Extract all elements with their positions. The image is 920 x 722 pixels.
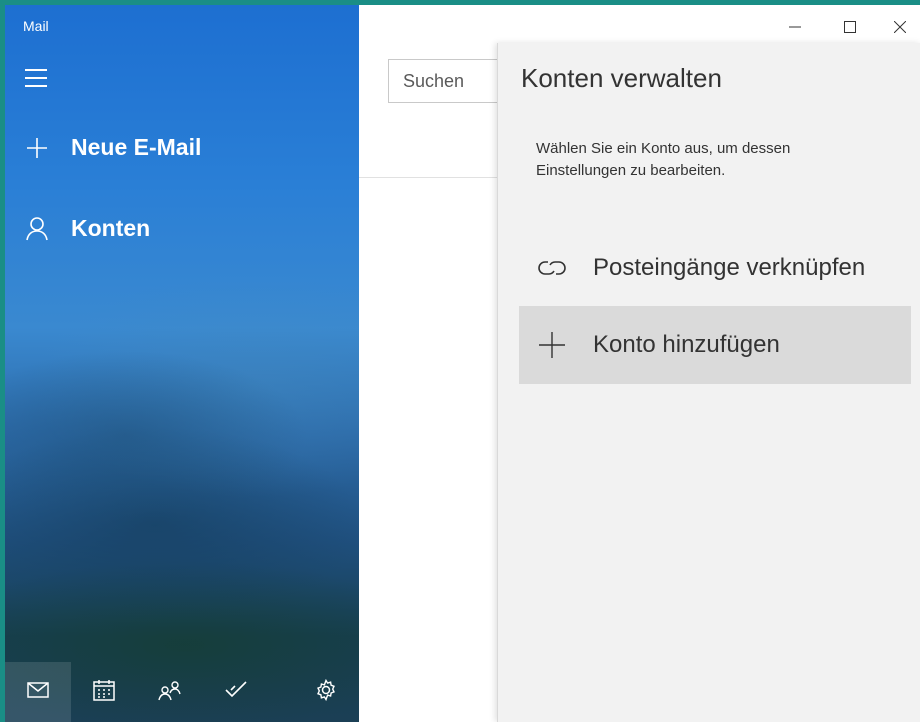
people-switch-button[interactable] <box>137 662 203 722</box>
mail-icon <box>27 682 49 702</box>
bottom-app-bar <box>5 662 359 722</box>
app-title: Mail <box>23 18 49 34</box>
person-icon <box>25 216 49 241</box>
maximize-icon <box>844 18 856 37</box>
calendar-switch-button[interactable] <box>71 662 137 722</box>
accounts-label: Konten <box>71 215 151 241</box>
link-inboxes-button[interactable]: Posteingänge verknüpfen <box>519 229 911 307</box>
todo-icon <box>225 681 247 703</box>
accounts-button[interactable]: Konten <box>25 215 150 242</box>
link-icon <box>535 251 569 285</box>
flyout-description: Wählen Sie ein Konto aus, um dessen Eins… <box>536 140 791 179</box>
hamburger-line <box>25 85 47 87</box>
settings-button[interactable] <box>293 662 359 722</box>
hamburger-line <box>25 77 47 79</box>
plus-icon <box>25 136 49 160</box>
minimize-icon <box>789 18 801 37</box>
new-mail-button[interactable]: Neue E-Mail <box>25 134 201 161</box>
add-account-label: Konto hinzufügen <box>593 331 780 358</box>
add-account-button[interactable]: Konto hinzufügen <box>519 306 911 384</box>
mail-switch-button[interactable] <box>5 662 71 722</box>
mail-window: Mail Neue E-Mail Konten Suchen Konten ve… <box>5 5 920 722</box>
plus-icon <box>535 328 569 362</box>
hamburger-menu-button[interactable] <box>25 69 47 87</box>
close-button[interactable] <box>885 15 915 39</box>
flyout-title: Konten verwalten <box>521 63 722 93</box>
navigation-pane: Mail Neue E-Mail Konten <box>5 5 359 722</box>
settings-icon <box>315 678 337 705</box>
manage-accounts-flyout: Konten verwalten Wählen Sie ein Konto au… <box>497 43 920 722</box>
link-inboxes-label: Posteingänge verknüpfen <box>593 254 866 281</box>
close-icon <box>893 18 907 37</box>
calendar-icon <box>93 679 115 705</box>
new-mail-label: Neue E-Mail <box>71 134 202 160</box>
list-header-divider <box>359 177 519 178</box>
minimize-button[interactable] <box>780 15 810 39</box>
people-icon <box>157 679 183 705</box>
todo-switch-button[interactable] <box>203 662 269 722</box>
maximize-button[interactable] <box>835 15 865 39</box>
hamburger-line <box>25 69 47 71</box>
